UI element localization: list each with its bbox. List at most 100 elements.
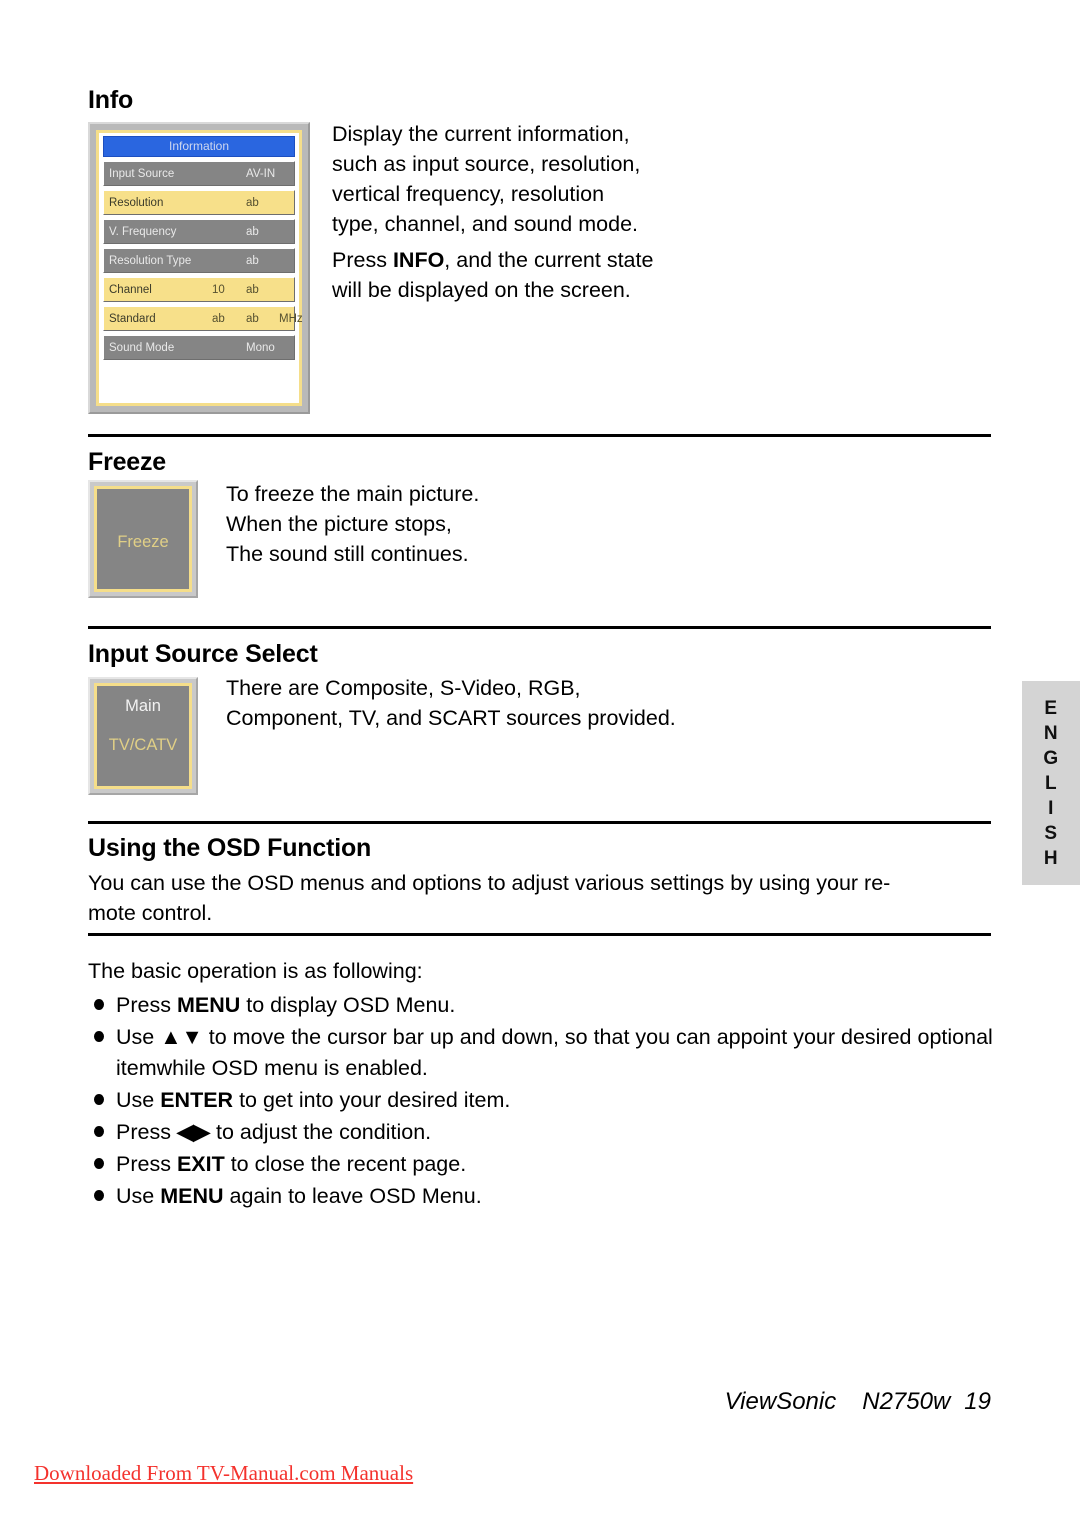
section-title-using-osd-function: Using the OSD Function <box>88 834 372 862</box>
info-desc-line-1: Display the current information, <box>332 122 630 146</box>
language-letter-g: G <box>1043 747 1059 769</box>
osd-row-label: Standard <box>109 313 156 325</box>
bullet-pre: Press <box>116 1152 177 1176</box>
input-source-box-main-label: Main <box>125 697 161 715</box>
bullet-post: to display OSD Menu. <box>240 993 456 1017</box>
osd-row-label: V. Frequency <box>109 226 177 238</box>
info-desc-line-4: type, channel, and sound mode. <box>332 212 638 236</box>
freeze-desc-line-3: The sound still continues. <box>226 542 469 566</box>
bullet-dot-icon <box>94 1094 104 1105</box>
footer-page-number: 19 <box>964 1388 991 1415</box>
bullet-dot-icon <box>94 999 104 1010</box>
language-letter-e: E <box>1044 697 1058 719</box>
info-press-suffix: , and the current state <box>444 248 654 272</box>
divider-after-info <box>88 434 991 437</box>
bullet-pre: Press <box>116 1120 177 1144</box>
bullet-key: MENU <box>160 1184 224 1208</box>
bullet-item-exit: Press EXIT to close the recent page. <box>88 1149 993 1180</box>
language-letter-l: L <box>1044 772 1058 794</box>
osd-row-value-unit: MHz <box>279 313 303 325</box>
info-press-prefix: Press <box>332 248 393 272</box>
divider-after-freeze <box>88 626 991 629</box>
freeze-osd-screen: Freeze <box>94 486 192 592</box>
divider-after-input-source <box>88 821 991 824</box>
osd-info-panel: Information Input Source AV-IN Resolutio… <box>88 122 310 414</box>
osd-row-standard[interactable]: Standard ab ab MHz <box>103 306 303 331</box>
osd-row-label: Resolution <box>109 197 164 209</box>
bullet-dot-icon <box>94 1190 104 1201</box>
osd-row-value: ab <box>246 255 259 267</box>
download-source-note[interactable]: Downloaded From TV-Manual.com Manuals <box>34 1461 413 1486</box>
up-down-arrow-icon: ▲▼ <box>160 1025 203 1049</box>
osd-row-resolution[interactable]: Resolution ab <box>103 190 295 215</box>
osd-row-label: Resolution Type <box>109 255 192 267</box>
using-osd-intro-line-2: mote control. <box>88 901 213 925</box>
osd-row-channel[interactable]: Channel 10 ab <box>103 277 295 302</box>
info-desc-line-2: such as input source, resolution, <box>332 152 641 176</box>
freeze-desc-line-2: When the picture stops, <box>226 512 452 536</box>
bullet-post: to move the cursor bar up and down, so t… <box>116 1025 993 1080</box>
language-letter-h: H <box>1043 847 1059 869</box>
osd-row-label: Sound Mode <box>109 342 175 354</box>
osd-row-value: ab <box>212 313 225 325</box>
bullet-pre: Use <box>116 1088 161 1112</box>
basic-operation-intro: The basic operation is as following: <box>88 959 423 983</box>
osd-row-label: Channel <box>109 284 152 296</box>
freeze-description-block: To freeze the main picture. When the pic… <box>226 479 926 569</box>
bullet-dot-icon <box>94 1126 104 1137</box>
manual-page: E N G L I S H Info Information Input Sou… <box>0 0 1080 1524</box>
input-source-osd-box: Main TV/CATV <box>88 677 198 795</box>
language-tab-english: E N G L I S H <box>1022 681 1080 885</box>
info-press-line-2: will be displayed on the screen. <box>332 278 631 302</box>
osd-row-v-frequency[interactable]: V. Frequency ab <box>103 219 295 244</box>
info-description-block: Display the current information, such as… <box>332 119 972 239</box>
osd-row-sound-mode[interactable]: Sound Mode Mono <box>103 335 295 360</box>
osd-row-label: Input Source <box>109 168 175 180</box>
osd-row-value: Mono <box>246 342 275 354</box>
section-title-input-source-select: Input Source Select <box>88 640 318 668</box>
bullet-item-menu-leave: Use MENU again to leave OSD Menu. <box>88 1181 993 1212</box>
language-letter-n: N <box>1043 722 1059 744</box>
footer-brand: ViewSonic <box>724 1388 837 1415</box>
input-source-description-block: There are Composite, S-Video, RGB, Compo… <box>226 673 986 733</box>
osd-title-label: Information <box>168 139 230 153</box>
bullet-dot-icon <box>94 1031 104 1042</box>
osd-info-screen: Information Input Source AV-IN Resolutio… <box>96 130 303 406</box>
bullet-item-leftright-adjust: Press ◀▶ to adjust the condition. <box>88 1117 993 1148</box>
bullet-key: ENTER <box>160 1088 234 1112</box>
language-letter-s: S <box>1044 822 1058 844</box>
basic-operation-bullet-list: Press MENU to display OSD Menu. Use ▲▼ t… <box>88 990 993 1213</box>
footer-model: N2750w <box>862 1388 951 1415</box>
osd-row-value: ab <box>246 197 259 209</box>
input-source-osd-screen: Main TV/CATV <box>94 683 192 789</box>
section-title-freeze: Freeze <box>88 448 167 476</box>
osd-row-resolution-type[interactable]: Resolution Type ab <box>103 248 295 273</box>
input-source-box-source-label: TV/CATV <box>108 736 178 754</box>
input-source-desc-line-1: There are Composite, S-Video, RGB, <box>226 676 581 700</box>
bullet-post: to adjust the condition. <box>210 1120 432 1144</box>
bullet-item-menu-display: Press MENU to display OSD Menu. <box>88 990 993 1021</box>
using-osd-intro-line-1: You can use the OSD menus and options to… <box>88 871 891 895</box>
bullet-item-enter: Use ENTER to get into your desired item. <box>88 1085 993 1116</box>
freeze-desc-line-1: To freeze the main picture. <box>226 482 480 506</box>
bullet-pre: Press <box>116 993 177 1017</box>
osd-title-bar: Information <box>103 136 295 157</box>
left-right-arrow-icon: ◀▶ <box>176 1120 211 1144</box>
bullet-key: EXIT <box>176 1152 225 1176</box>
page-footer: ViewSonic N2750w 19 <box>0 1388 991 1416</box>
bullet-item-updown-cursor: Use ▲▼ to move the cursor bar up and dow… <box>88 1022 993 1084</box>
bullet-dot-icon <box>94 1158 104 1169</box>
info-press-block: Press INFO, and the current state will b… <box>332 245 972 305</box>
freeze-box-label: Freeze <box>117 533 169 551</box>
bullet-key: MENU <box>176 993 241 1017</box>
osd-row-value-secondary: ab <box>246 284 259 296</box>
osd-row-input-source[interactable]: Input Source AV-IN <box>103 161 295 186</box>
osd-row-value: AV-IN <box>246 168 276 180</box>
info-press-key: INFO <box>392 248 445 272</box>
bullet-pre: Use <box>116 1025 161 1049</box>
using-osd-intro-block: You can use the OSD menus and options to… <box>88 868 993 928</box>
section-title-info: Info <box>88 86 134 114</box>
bullet-pre: Use <box>116 1184 161 1208</box>
bullet-post: again to leave OSD Menu. <box>223 1184 482 1208</box>
freeze-osd-box: Freeze <box>88 480 198 598</box>
